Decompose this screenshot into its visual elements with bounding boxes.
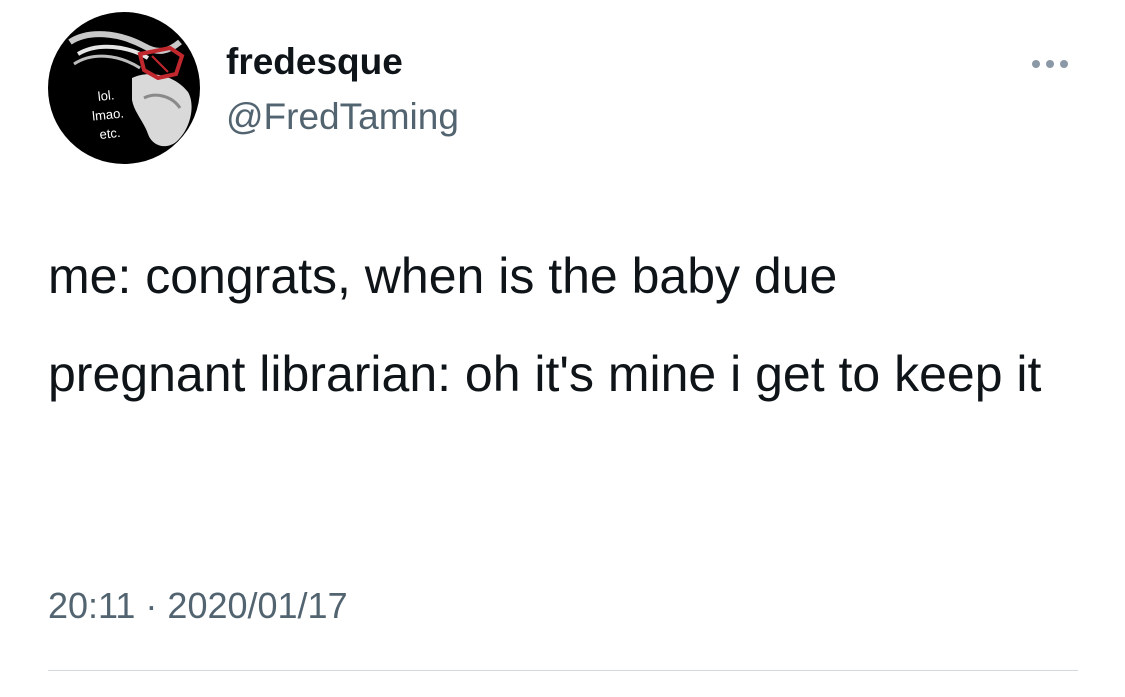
avatar-caption: lol. lmao. etc. (75, 83, 141, 146)
tweet-text-line: pregnant librarian: oh it's mine i get t… (48, 346, 1042, 402)
author-handle[interactable]: @FredTaming (226, 92, 459, 142)
tweet-timestamp[interactable]: 20:11 · 2020/01/17 (48, 582, 348, 630)
avatar[interactable]: lol. lmao. etc. (48, 12, 200, 164)
more-options-icon (1032, 60, 1068, 68)
tweet-date[interactable]: 2020/01/17 (167, 585, 347, 626)
tweet-text-line: me: congrats, when is the baby due (48, 248, 838, 304)
tweet: lol. lmao. etc. fredesque @FredTaming me… (0, 0, 1125, 697)
tweet-text: me: congrats, when is the baby due pregn… (48, 240, 1088, 410)
timestamp-separator: · (145, 585, 158, 626)
divider (48, 670, 1078, 671)
more-options-button[interactable] (1022, 48, 1078, 80)
tweet-time[interactable]: 20:11 (48, 585, 135, 626)
author-display-name[interactable]: fredesque (226, 38, 403, 86)
